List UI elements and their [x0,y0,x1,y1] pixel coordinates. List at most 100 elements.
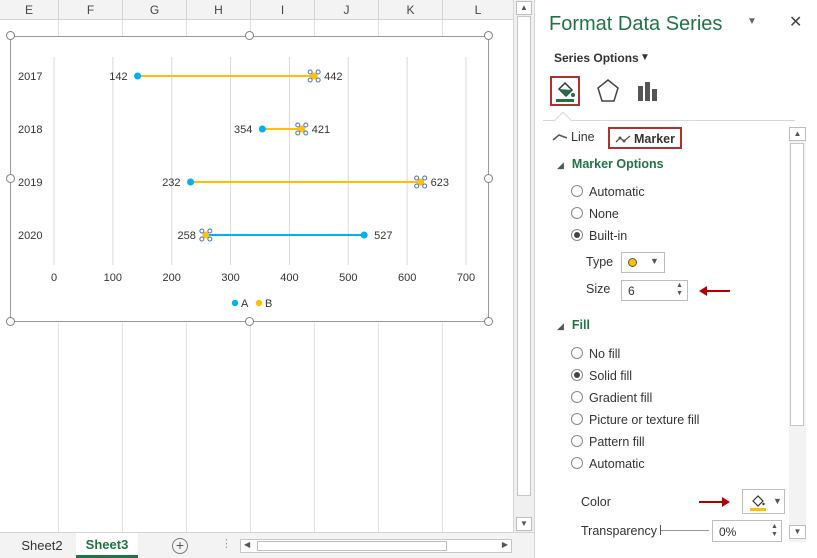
pane-scrollbar[interactable]: ▲ ▼ [789,127,806,542]
x-tick-label: 300 [221,272,239,284]
fill-line-icon[interactable] [550,76,580,106]
scroll-thumb[interactable] [790,143,804,426]
radio-label: None [589,207,619,221]
resize-handle[interactable] [245,317,254,326]
fill-color-button[interactable]: ▼ [742,489,785,514]
selection-handle [307,69,313,75]
series-options-label[interactable]: Series Options [554,51,639,65]
radio-picture-fill[interactable]: Picture or texture fill [571,413,699,429]
radio-button[interactable] [571,229,583,241]
spreadsheet-area: E F G H I J K L 0 100 200 300 400 500 600 700 20… [0,0,534,558]
x-tick-label: 600 [398,272,416,284]
marker-options-section[interactable]: ◢ Marker Options [557,157,664,171]
point-a [187,178,195,186]
pane-title: Format Data Series [549,13,723,35]
column-header-f[interactable]: F [59,0,123,20]
radio-label: Built-in [589,229,628,243]
scroll-thumb[interactable] [257,541,447,551]
marker-size-stepper[interactable]: 6 ▲ ▼ [621,280,688,301]
resize-handle[interactable] [6,31,15,40]
column-header-h[interactable]: H [187,0,251,20]
selection-handle [295,130,301,136]
close-icon[interactable]: ✕ [789,12,802,32]
resize-handle[interactable] [484,317,493,326]
transparency-stepper[interactable]: 0% ▲ ▼ [712,520,782,542]
x-tick-label: 0 [51,272,57,284]
add-sheet-icon[interactable]: + [172,538,188,554]
chevron-down-icon[interactable]: ▼ [640,52,650,63]
more-tabs-icon[interactable]: ⋮ [221,537,232,550]
selection-handle [295,122,301,128]
tab-line[interactable]: Line [552,127,595,149]
radio-automatic[interactable]: Automatic [571,185,645,201]
type-label: Type [586,255,614,269]
data-label: 354 [234,124,252,136]
selection-handle [303,130,309,136]
tab-sheet3[interactable]: Sheet3 [76,533,138,558]
series-options-chart-icon[interactable] [633,76,663,106]
column-header-e[interactable]: E [0,0,59,20]
fill-section[interactable]: ◢ Fill [557,318,590,332]
effects-icon[interactable] [593,76,623,106]
format-data-series-pane: Format Data Series ▼ ✕ Series Options ▼ … [534,0,817,558]
resize-handle[interactable] [484,174,493,183]
radio-none[interactable]: None [571,207,619,223]
data-label: 442 [324,71,342,83]
resize-handle[interactable] [6,317,15,326]
radio-button[interactable] [571,457,583,469]
radio-button[interactable] [571,185,583,197]
selection-handle [303,122,309,128]
selection-handle [199,236,205,242]
annotation-arrow [699,286,730,296]
radio-solid-fill[interactable]: Solid fill [571,369,632,385]
radio-built-in[interactable]: Built-in [571,229,627,245]
scroll-left-icon[interactable]: ◀ [244,540,250,549]
scroll-up-button[interactable]: ▲ [789,127,806,141]
marker-type-dropdown[interactable]: ▼ [621,252,665,273]
tab-marker[interactable]: Marker [608,127,682,149]
resize-handle[interactable] [6,174,15,183]
column-header-l[interactable]: L [443,0,513,20]
annotation-arrow [699,497,730,507]
vertical-scrollbar[interactable]: ▲ ▼ [513,0,534,532]
sheet-tab-bar: Sheet2 Sheet3 + ⋮ ◀ ▶ [0,532,534,558]
divider [543,120,795,121]
spin-arrows-icon[interactable]: ▲ ▼ [771,523,778,539]
scroll-down-button[interactable]: ▼ [516,517,532,531]
radio-button[interactable] [571,369,583,381]
horizontal-scrollbar[interactable]: ◀ ▶ [240,539,512,553]
legend-marker [231,299,239,307]
column-header-k[interactable]: K [379,0,443,20]
resize-handle[interactable] [484,31,493,40]
dumbbell-chart[interactable]: 0 100 200 300 400 500 600 700 2017 142 442 2018 354 4… [10,36,489,322]
selection-handle [422,175,428,181]
size-label: Size [586,282,611,296]
scroll-right-icon[interactable]: ▶ [502,540,508,549]
radio-automatic-fill[interactable]: Automatic [571,457,645,473]
scroll-up-button[interactable]: ▲ [516,1,532,15]
radio-button[interactable] [571,391,583,403]
radio-no-fill[interactable]: No fill [571,347,620,363]
spin-arrows-icon[interactable]: ▲ ▼ [676,282,683,298]
x-tick-label: 200 [163,272,181,284]
column-header-j[interactable]: J [315,0,379,20]
radio-button[interactable] [571,413,583,425]
column-headers: E F G H I J K L [0,0,513,20]
column-header-g[interactable]: G [123,0,187,20]
transparency-value: 0% [719,525,737,539]
color-label: Color [581,495,611,509]
radio-button[interactable] [571,207,583,219]
column-header-i[interactable]: I [251,0,315,20]
tab-marker-label: Marker [634,132,675,146]
pane-options-dropdown-icon[interactable]: ▼ [747,16,757,27]
resize-handle[interactable] [245,31,254,40]
radio-gradient-fill[interactable]: Gradient fill [571,391,652,407]
transparency-label: Transparency [581,524,657,538]
radio-pattern-fill[interactable]: Pattern fill [571,435,645,451]
radio-button[interactable] [571,347,583,359]
scroll-thumb[interactable] [517,16,531,496]
tab-sheet2[interactable]: Sheet2 [10,533,74,558]
scroll-down-button[interactable]: ▼ [789,525,806,539]
transparency-slider[interactable] [661,530,709,531]
radio-button[interactable] [571,435,583,447]
